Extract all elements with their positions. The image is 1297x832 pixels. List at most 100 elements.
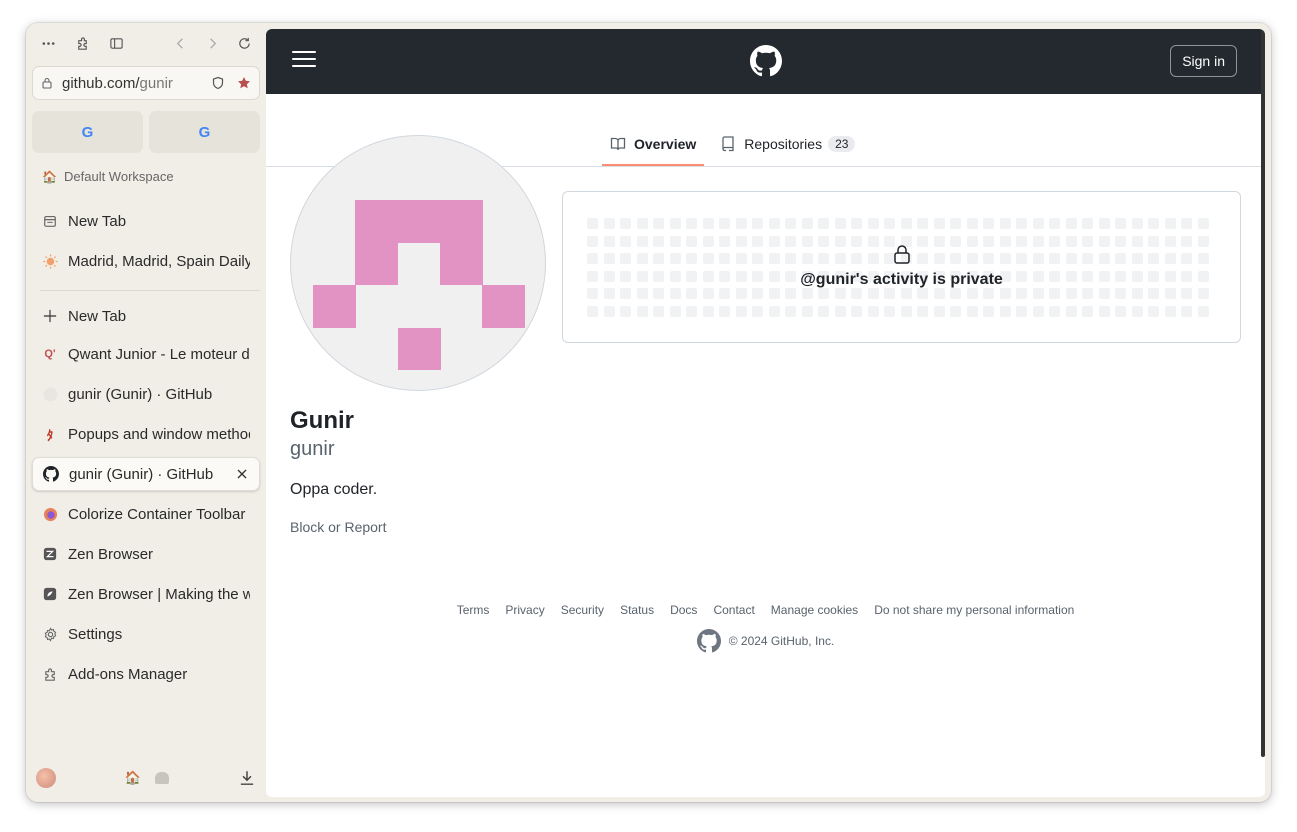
contribution-cell [1082,288,1093,299]
lock-icon [42,77,52,89]
contribution-cell [1016,253,1027,264]
tab-mdn[interactable]: ﾀ Popups and window methods [32,417,260,451]
tab-addons[interactable]: Add-ons Manager [32,657,260,691]
contribution-cell [653,288,664,299]
close-icon[interactable] [235,467,249,481]
footer-link-docs[interactable]: Docs [670,603,697,617]
block-report-link[interactable]: Block or Report [290,519,386,535]
tab-repositories[interactable]: Repositories 23 [712,124,863,164]
scrollbar[interactable] [1261,29,1265,757]
contribution-cell [834,288,846,299]
contribution-cell [999,235,1011,247]
avatar[interactable] [290,135,546,391]
footer-link-security[interactable]: Security [561,603,604,617]
pinned-tab-google[interactable]: G [32,111,143,153]
contribution-cell [1098,218,1110,229]
house-icon[interactable]: 🏠 [125,770,141,786]
contribution-cell [768,253,780,264]
pinned-tab-google[interactable]: G [149,111,260,153]
contribution-cell [917,305,928,317]
footer-link-status[interactable]: Status [620,603,654,617]
contribution-cell [768,235,780,247]
tab-qwant[interactable]: Q' Qwant Junior - Le moteur de [32,337,260,371]
contribution-cell [785,288,796,299]
tab-zen-docs[interactable]: Zen Browser | Making the web [32,577,260,611]
contribution-cell [702,253,714,264]
contribution-cell [620,305,631,317]
contribution-cell [587,253,598,264]
copyright-text: © 2024 GitHub, Inc. [728,634,835,648]
contribution-cell [933,218,945,229]
google-icon: G [198,123,211,141]
url-bar[interactable]: github.com/gunir [32,66,260,100]
footer-link-do-not-share[interactable]: Do not share my personal information [874,603,1074,617]
more-icon[interactable] [36,31,60,55]
tab-weather[interactable]: Madrid, Madrid, Spain Daily [32,244,260,278]
download-icon[interactable] [238,769,256,787]
footer-link-terms[interactable]: Terms [457,603,490,617]
new-tab-button[interactable]: New Tab [32,299,260,333]
contribution-cell [1131,253,1143,264]
contribution-cell [801,305,813,317]
github-logo-icon[interactable] [696,629,721,653]
tab-github-active[interactable]: gunir (Gunir) · GitHub [32,457,260,491]
footer-link-contact[interactable]: Contact [713,603,754,617]
forward-icon[interactable] [200,31,224,55]
contribution-cell [801,253,813,264]
contribution-cell [1148,305,1159,317]
footer-link-manage-cookies[interactable]: Manage cookies [771,603,858,617]
contribution-cell [1032,218,1044,229]
github-icon [43,466,59,482]
contribution-cell [818,218,829,229]
puzzle-icon [42,666,58,682]
contribution-cell [785,235,796,247]
bookmark-star-icon[interactable] [237,76,251,90]
tab-new-tab-essential[interactable]: New Tab [32,204,260,238]
contribution-cell [933,253,945,264]
github-icon [42,386,58,402]
shield-icon[interactable] [211,76,225,90]
back-icon[interactable] [168,31,192,55]
contribution-cell [884,218,895,229]
sidebar-footer: 🏠 [36,766,256,790]
contribution-cell [1164,235,1176,247]
tab-label: Popups and window methods [68,425,250,443]
contribution-cell [999,253,1011,264]
contribution-cell [867,288,879,299]
tab-github[interactable]: gunir (Gunir) · GitHub [32,377,260,411]
hamburger-menu-icon[interactable] [292,51,316,71]
contribution-cell [1049,218,1060,229]
github-header: Sign in [266,29,1265,94]
profile-login: gunir [290,438,335,460]
sidebar-toggle-icon[interactable] [104,31,128,55]
contribution-cell [867,305,879,317]
tab-label: Zen Browser | Making the web [68,585,250,603]
contribution-cell [950,305,961,317]
contribution-cell [851,305,862,317]
tab-colorize[interactable]: Colorize Container Toolbar - [32,497,260,531]
contribution-cell [636,235,648,247]
tab-settings[interactable]: Settings [32,617,260,651]
extensions-icon[interactable] [70,31,94,55]
contribution-cell [834,253,846,264]
tab-overview[interactable]: Overview [602,124,705,166]
contribution-cell [1131,218,1143,229]
profile-nav: Overview Repositories 23 [602,124,871,166]
workspace-dot-icon[interactable] [155,772,170,784]
tab-zen[interactable]: Zen Browser [32,537,260,571]
lock-icon [894,245,910,264]
footer-link-privacy[interactable]: Privacy [505,603,544,617]
sign-in-button[interactable]: Sign in [1170,45,1237,77]
tab-label: Colorize Container Toolbar - [68,505,250,523]
qwant-icon: Q' [44,348,56,360]
contribution-cell [933,288,945,299]
contribution-cell [834,305,846,317]
contribution-cell [1115,218,1126,229]
profile-avatar-icon[interactable] [36,768,56,788]
workspace-label[interactable]: 🏠 Default Workspace [42,169,174,184]
google-icon: G [81,123,94,141]
contribution-cell [1181,288,1192,299]
reload-icon[interactable] [232,31,256,55]
github-logo-icon[interactable] [750,45,782,77]
contribution-cell [917,253,928,264]
